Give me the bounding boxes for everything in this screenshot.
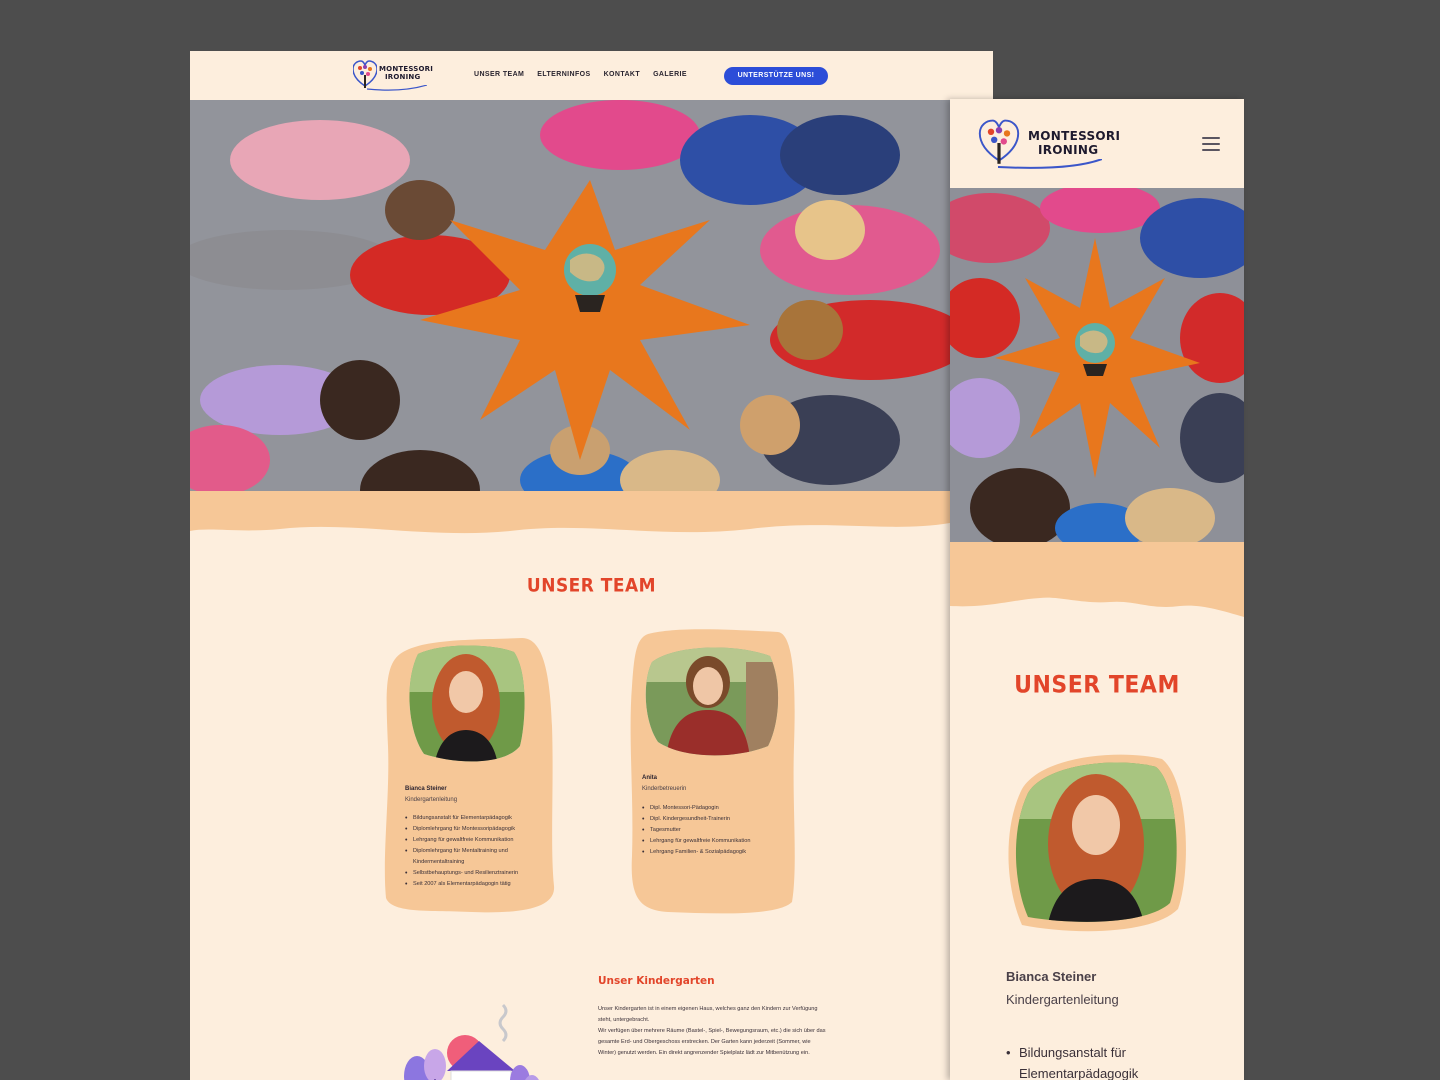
kindergarten-text: Unser Kindergarten ist in einem eigenen … xyxy=(598,1004,828,1059)
mobile-site-logo[interactable]: MONTESSORI IRONING xyxy=(974,119,1120,169)
qualification-list: Dipl. Montessori-Pädagogin Dipl. Kinderg… xyxy=(642,803,787,858)
mobile-hero-image xyxy=(950,188,1244,542)
site-logo[interactable]: MONTESSORI IRONING xyxy=(353,60,433,91)
wave-divider xyxy=(190,491,950,534)
team-photo-anita xyxy=(642,642,782,758)
list-item: Lehrgang für gewaltfreie Kommunikation xyxy=(405,835,545,846)
list-item: Selbstbehauptungs- und Resilienztraineri… xyxy=(405,868,545,879)
logo-text: MONTESSORI IRONING xyxy=(1028,129,1121,157)
list-item: Diplomlehrgang für Montessoripädagogik xyxy=(405,824,545,835)
kindergarten-paragraph: Wir verfügen über mehrere Räume (Bastel-… xyxy=(598,1028,826,1056)
list-item: Seit 2007 als Elementarpädagogin tätig xyxy=(405,879,545,890)
mobile-team-member-role: Kindergartenleitung xyxy=(1006,992,1119,1007)
logo-swoosh xyxy=(998,159,1102,169)
team-member-role: Kinderbetreuerin xyxy=(642,786,687,792)
nav-item-elterninfos[interactable]: ELTERNINFOS xyxy=(537,71,590,78)
team-card-anita: Anita Kinderbetreuerin Dipl. Montessori-… xyxy=(628,626,798,916)
list-item: Diplomlehrgang für Mentaltraining und Ki… xyxy=(405,846,545,868)
list-item: Lehrgang für gewaltfreie Kommunikation xyxy=(642,836,787,847)
qualification-list: Bildungsanstalt für Elementarpädagogik D… xyxy=(405,813,545,890)
list-item: Bildungsanstalt für Elementarpädagogik xyxy=(405,813,545,824)
logo-text: MONTESSORI IRONING xyxy=(379,65,434,81)
mobile-team-photo-bianca xyxy=(1002,749,1190,935)
logo-swoosh xyxy=(367,85,427,91)
nav-item-galerie[interactable]: GALERIE xyxy=(653,71,687,78)
list-item: Bildungsanstalt fürElementarpädagogik xyxy=(1006,1042,1216,1080)
list-item: Tagesmutter xyxy=(642,825,787,836)
wave-divider xyxy=(950,542,1244,617)
nav-item-unser-team[interactable]: UNSER TEAM xyxy=(474,71,524,78)
hamburger-menu-icon[interactable] xyxy=(1202,137,1220,151)
main-nav: UNSER TEAM ELTERNINFOS KONTAKT GALERIE xyxy=(474,71,687,78)
site-header: MONTESSORI IRONING UNSER TEAM ELTERNINFO… xyxy=(190,51,993,100)
kindergarten-title: Unser Kindergarten xyxy=(598,975,715,987)
house-illustration xyxy=(404,1003,539,1080)
nav-item-kontakt[interactable]: KONTAKT xyxy=(604,71,641,78)
team-member-role: Kindergartenleitung xyxy=(405,797,458,803)
hero-photo-children-circle xyxy=(950,188,1244,542)
desktop-mockup: MONTESSORI IRONING UNSER TEAM ELTERNINFO… xyxy=(190,51,993,1080)
list-item: Lehrgang Familien- & Sozialpädagogik xyxy=(642,847,787,858)
team-section-title: UNSER TEAM xyxy=(526,575,657,597)
mobile-team-section-title: UNSER TEAM xyxy=(1014,671,1180,700)
mobile-team-member-name: Bianca Steiner xyxy=(1006,969,1097,984)
mobile-mockup: MONTESSORI IRONING UNSER TEAM Bianca Ste… xyxy=(950,99,1244,1080)
list-item: Dipl. Kindergesundheit-Trainerin xyxy=(642,814,787,825)
team-photo-bianca xyxy=(404,642,526,766)
team-member-name: Bianca Steiner xyxy=(405,786,447,792)
list-item: Dipl. Montessori-Pädagogin xyxy=(642,803,787,814)
team-member-name: Anita xyxy=(642,775,657,781)
team-card-bianca: Bianca Steiner Kindergartenleitung Bildu… xyxy=(382,636,556,914)
mobile-qualification-list: Bildungsanstalt fürElementarpädagogik xyxy=(1006,1042,1216,1080)
hero-image xyxy=(190,100,950,498)
support-us-button[interactable]: UNTERSTÜTZE UNS! xyxy=(724,67,828,85)
hero-photo-children-circle xyxy=(190,100,950,498)
mobile-header: MONTESSORI IRONING xyxy=(950,99,1244,188)
kindergarten-paragraph: Unser Kindergarten ist in einem eigenen … xyxy=(598,1006,818,1023)
